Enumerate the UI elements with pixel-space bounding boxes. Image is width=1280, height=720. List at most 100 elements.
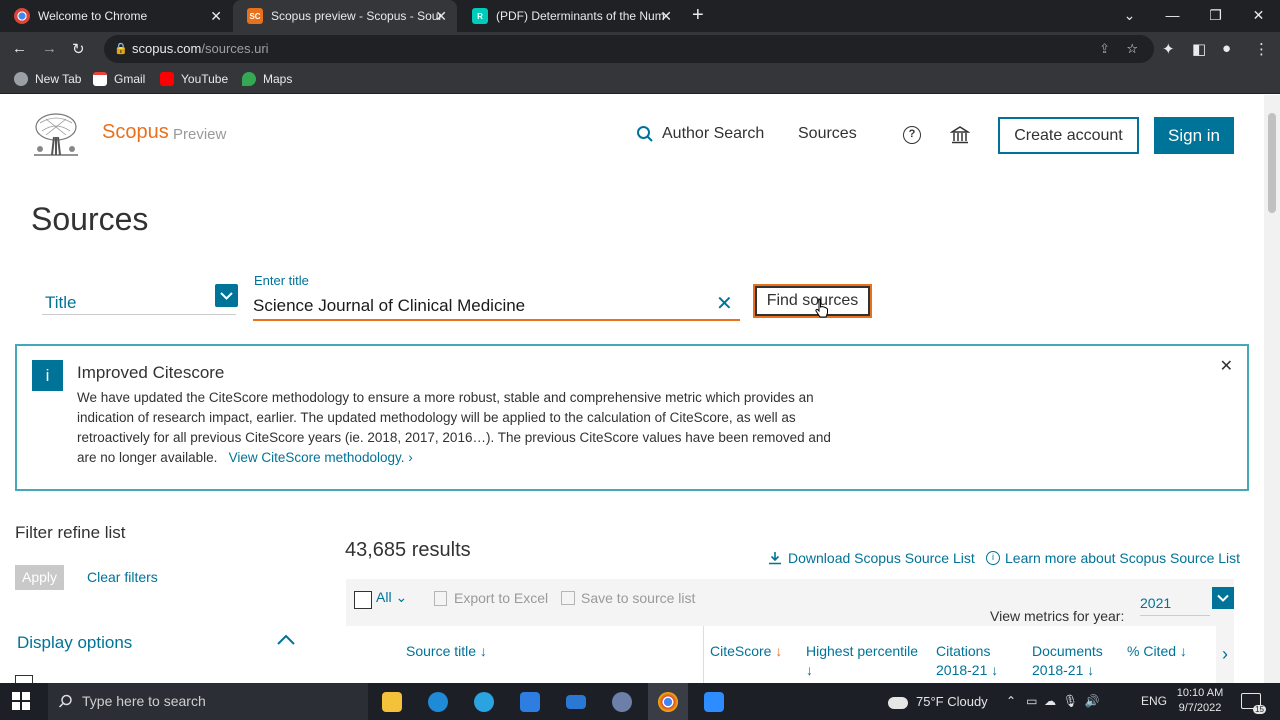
column-citescore[interactable]: CiteScore ↓: [710, 642, 782, 661]
bookmark-gmail[interactable]: Gmail: [93, 72, 145, 86]
title-input-label: Enter title: [254, 273, 309, 288]
maps-icon: [242, 72, 256, 86]
network-icon[interactable]: ▭: [1026, 694, 1037, 708]
restore-icon[interactable]: ❐: [1194, 0, 1237, 32]
notifications-icon[interactable]: 15: [1241, 693, 1266, 714]
export-excel-button[interactable]: Export to Excel: [434, 590, 548, 606]
onedrive-icon[interactable]: ☁: [1044, 694, 1056, 708]
extensions-icon[interactable]: ✦: [1162, 40, 1175, 58]
page-scrollbar[interactable]: [1264, 95, 1280, 683]
mic-icon[interactable]: 🎙: [1063, 694, 1078, 708]
bookmark-youtube[interactable]: YouTube: [160, 72, 228, 86]
store-icon[interactable]: [510, 683, 550, 720]
info-circle-icon: i: [986, 551, 1000, 565]
brand-preview-label: Preview: [173, 126, 227, 143]
banner-body: We have updated the CiteScore methodolog…: [77, 390, 831, 465]
nav-author-search[interactable]: Author Search: [636, 125, 764, 143]
telegram-icon[interactable]: [464, 683, 504, 720]
globe-icon: [14, 72, 28, 86]
elsevier-logo-icon[interactable]: [30, 111, 82, 157]
sign-in-button[interactable]: Sign in: [1154, 117, 1234, 154]
apply-button[interactable]: Apply: [15, 565, 64, 590]
chevron-down-icon[interactable]: [215, 284, 238, 307]
excel-icon: [434, 590, 447, 606]
clear-input-icon[interactable]: ✕: [716, 291, 733, 316]
tab-search-icon[interactable]: ⌄: [1108, 0, 1151, 32]
volume-icon[interactable]: 🔊: [1085, 694, 1100, 708]
app-icon[interactable]: [602, 683, 642, 720]
tray-icons[interactable]: ⌃ ▭ ☁ 🎙 🔊: [1006, 683, 1100, 720]
metrics-year-select[interactable]: 2021: [1140, 595, 1210, 616]
select-underline: [42, 314, 236, 315]
column-documents[interactable]: Documents 2018-21 ↓: [1032, 642, 1103, 680]
weather-widget[interactable]: 75°F Cloudy: [888, 683, 988, 720]
search-field-type-select[interactable]: Title: [45, 293, 77, 313]
chevron-down-icon[interactable]: [1212, 587, 1234, 609]
create-account-button[interactable]: Create account: [998, 117, 1139, 154]
scroll-columns-right-icon[interactable]: ›: [1216, 626, 1234, 683]
chrome-taskbar-icon[interactable]: [648, 683, 688, 720]
display-option-checkbox[interactable]: [15, 675, 33, 683]
mail-icon[interactable]: [556, 683, 596, 720]
download-source-list-link[interactable]: Download Scopus Source List: [768, 550, 975, 566]
save-to-list-button[interactable]: Save to source list: [561, 590, 695, 606]
tab-title: (PDF) Determinants of the Numb: [496, 9, 664, 23]
side-panel-icon[interactable]: ◧: [1192, 40, 1206, 58]
close-tab-icon[interactable]: ✕: [660, 8, 672, 25]
scrollbar-thumb[interactable]: [1268, 113, 1276, 213]
forward-icon[interactable]: →: [42, 40, 57, 57]
lock-icon: 🔒: [114, 43, 128, 55]
new-tab-button[interactable]: +: [692, 4, 704, 27]
bookmark-star-icon[interactable]: ☆: [1126, 35, 1138, 63]
close-banner-icon[interactable]: ✕: [1220, 356, 1233, 376]
chevron-up-icon[interactable]: [276, 633, 296, 647]
url-domain: scopus.com: [132, 41, 202, 56]
select-all-dropdown[interactable]: All ⌄: [376, 589, 407, 606]
scopus-brand[interactable]: Scopus: [102, 121, 169, 144]
tab-welcome[interactable]: Welcome to Chrome ✕: [0, 0, 232, 32]
nav-sources[interactable]: Sources: [798, 125, 857, 143]
column-highest-percentile[interactable]: Highest percentile ↓: [806, 642, 918, 680]
results-toolbar: All ⌄ Export to Excel Save to source lis…: [346, 579, 1234, 626]
bookmark-maps[interactable]: Maps: [242, 72, 292, 86]
window-controls: ⌄ — ❐ ✕: [1108, 0, 1280, 32]
help-icon[interactable]: ?: [903, 126, 921, 144]
file-explorer-icon[interactable]: [372, 683, 412, 720]
title-search-input[interactable]: [253, 295, 713, 317]
select-all-checkbox[interactable]: [354, 591, 372, 609]
download-icon: [769, 552, 781, 565]
taskbar-clock[interactable]: 10:10 AM 9/7/2022: [1172, 686, 1228, 716]
bookmark-new-tab[interactable]: New Tab: [14, 72, 81, 86]
display-options-toggle[interactable]: Display options: [17, 633, 132, 653]
tab-scopus[interactable]: SC Scopus preview - Scopus - Sourc ✕: [233, 0, 457, 32]
find-sources-button[interactable]: Find sources: [753, 284, 872, 318]
close-tab-icon[interactable]: ✕: [210, 8, 222, 25]
share-icon[interactable]: ⇪: [1099, 35, 1110, 63]
windows-start-icon[interactable]: [12, 692, 30, 710]
back-icon[interactable]: ←: [12, 40, 27, 57]
address-bar[interactable]: 🔒 scopus.com/sources.uri ⇪ ☆: [104, 35, 1154, 63]
minimize-icon[interactable]: —: [1151, 0, 1194, 32]
browser-tab-strip: Welcome to Chrome ✕ SC Scopus preview - …: [0, 0, 1280, 32]
learn-more-link[interactable]: i Learn more about Scopus Source List: [986, 550, 1240, 566]
chevron-up-icon[interactable]: ⌃: [1006, 694, 1016, 708]
reload-icon[interactable]: ↻: [72, 40, 85, 58]
language-indicator[interactable]: ENG: [1141, 683, 1167, 720]
profile-icon[interactable]: ●: [1222, 40, 1231, 57]
close-window-icon[interactable]: ✕: [1237, 0, 1280, 32]
citescore-methodology-link[interactable]: View CiteScore methodology. ›: [229, 450, 413, 465]
tab-pdf[interactable]: R (PDF) Determinants of the Numb ✕: [458, 0, 682, 32]
column-cited[interactable]: % Cited ↓: [1127, 642, 1187, 661]
clear-filters-link[interactable]: Clear filters: [87, 569, 158, 585]
edge-icon[interactable]: [418, 683, 458, 720]
close-tab-icon[interactable]: ✕: [435, 8, 447, 25]
column-citations[interactable]: Citations 2018-21 ↓: [936, 642, 998, 680]
menu-icon[interactable]: ⋮: [1254, 40, 1269, 58]
save-icon: [561, 591, 575, 605]
taskbar-search-input[interactable]: Type here to search: [48, 683, 368, 720]
info-icon: i: [32, 360, 63, 391]
citescore-banner: i Improved Citescore We have updated the…: [15, 344, 1249, 491]
institution-icon[interactable]: [950, 125, 970, 145]
zoom-icon[interactable]: [694, 683, 734, 720]
column-source-title[interactable]: Source title ↓: [406, 642, 487, 661]
